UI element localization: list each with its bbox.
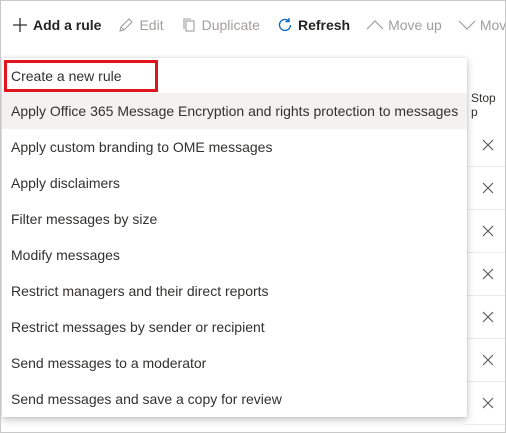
menu-item-restrict-managers[interactable]: Restrict managers and their direct repor… — [2, 273, 467, 309]
refresh-button[interactable]: Refresh — [276, 1, 350, 49]
table-row[interactable] — [465, 210, 505, 253]
menu-item-send-and-save-copy[interactable]: Send messages and save a copy for review — [2, 381, 467, 417]
menu-item-send-to-moderator[interactable]: Send messages to a moderator — [2, 345, 467, 381]
menu-item-label: Restrict managers and their direct repor… — [11, 283, 269, 299]
menu-item-label: Send messages to a moderator — [11, 355, 207, 371]
close-icon — [482, 311, 494, 323]
table-row[interactable] — [465, 339, 505, 382]
menu-item-label: Apply disclaimers — [11, 175, 120, 191]
menu-item-apply-ome-encryption[interactable]: Apply Office 365 Message Encryption and … — [2, 93, 467, 129]
menu-item-filter-by-size[interactable]: Filter messages by size — [2, 201, 467, 237]
add-rule-label: Add a rule — [33, 17, 102, 33]
menu-item-apply-disclaimers[interactable]: Apply disclaimers — [2, 165, 467, 201]
menu-item-label: Apply custom branding to OME messages — [11, 139, 273, 155]
menu-item-modify-messages[interactable]: Modify messages — [2, 237, 467, 273]
close-icon — [482, 182, 494, 194]
pencil-icon — [117, 16, 135, 34]
menu-item-label: Filter messages by size — [11, 211, 158, 227]
move-down-button[interactable]: Move — [458, 1, 506, 49]
close-icon — [482, 397, 494, 409]
column-header-stop-processing[interactable]: Stop p — [471, 91, 505, 119]
menu-item-label: Send messages and save a copy for review — [11, 391, 282, 407]
close-icon — [482, 268, 494, 280]
add-rule-button[interactable]: Add a rule — [11, 1, 101, 49]
menu-item-label: Create a new rule — [11, 67, 122, 84]
table-row[interactable] — [465, 253, 505, 296]
chevron-down-icon — [458, 16, 476, 34]
refresh-icon — [276, 16, 294, 34]
move-up-button[interactable]: Move up — [366, 1, 442, 49]
table-row[interactable] — [465, 167, 505, 210]
plus-icon — [11, 16, 29, 34]
close-icon — [482, 225, 494, 237]
table-row[interactable] — [465, 124, 505, 167]
menu-item-label: Modify messages — [11, 247, 120, 263]
close-icon — [482, 139, 494, 151]
duplicate-label: Duplicate — [201, 17, 260, 33]
move-down-label: Move — [479, 17, 506, 33]
add-rule-dropdown-menu: Create a new rule Apply Office 365 Messa… — [2, 58, 467, 417]
menu-item-apply-custom-branding[interactable]: Apply custom branding to OME messages — [2, 129, 467, 165]
duplicate-button[interactable]: Duplicate — [180, 1, 260, 49]
menu-item-create-new-rule[interactable]: Create a new rule — [2, 58, 467, 93]
menu-item-label: Restrict messages by sender or recipient — [11, 319, 265, 335]
edit-label: Edit — [139, 17, 164, 33]
table-row[interactable] — [465, 382, 505, 425]
copy-icon — [180, 16, 198, 34]
chevron-up-icon — [366, 16, 384, 34]
menu-item-label: Apply Office 365 Message Encryption and … — [11, 103, 459, 119]
table-row[interactable] — [465, 296, 505, 339]
command-bar: Add a rule Edit Duplicate Refresh Move u… — [1, 1, 506, 49]
move-up-label: Move up — [388, 17, 442, 33]
edit-button[interactable]: Edit — [117, 1, 164, 49]
close-icon — [482, 354, 494, 366]
refresh-label: Refresh — [297, 17, 351, 33]
menu-item-restrict-sender-recipient[interactable]: Restrict messages by sender or recipient — [2, 309, 467, 345]
window-frame: Add a rule Edit Duplicate Refresh Move u… — [0, 0, 506, 433]
